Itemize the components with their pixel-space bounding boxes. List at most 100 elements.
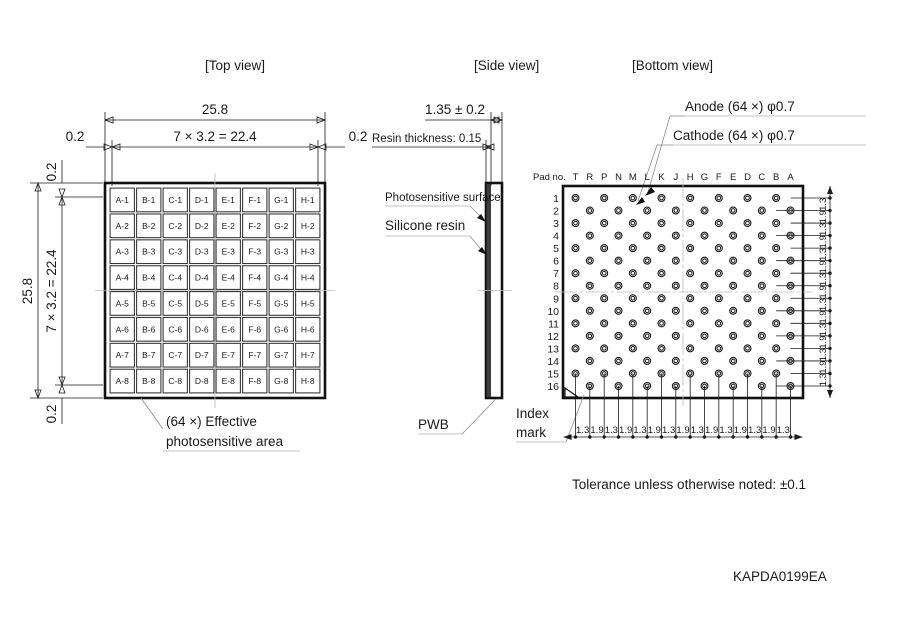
pad-hole <box>659 321 664 326</box>
pad-hole <box>702 333 707 339</box>
pad-hole <box>687 321 693 326</box>
pad-hole <box>730 208 736 213</box>
effective-area-label-line1: (64 ×) Effective <box>166 414 257 429</box>
dim-chain-value: 1.3 <box>662 425 675 436</box>
dim-chain-value: 1.3 <box>818 323 829 336</box>
pad-hole <box>716 346 722 351</box>
top-col-pitch-dim: 7 × 3.2 = 22.4 <box>44 249 59 333</box>
pad-hole <box>730 358 736 364</box>
dim-chain-value: 1.9 <box>762 425 775 436</box>
pad-hole <box>587 358 593 364</box>
photosensitive-cell-label: H-8 <box>301 376 315 386</box>
photosensitive-cell-label: B-2 <box>142 221 156 231</box>
pad-row-number: 10 <box>547 306 559 318</box>
pad-hole <box>630 270 636 276</box>
pad-hole <box>716 270 722 276</box>
pad-hole <box>687 270 693 276</box>
pad-hole <box>745 296 750 301</box>
photosensitive-cell-label: B-8 <box>142 376 156 386</box>
pad-hole <box>630 346 636 351</box>
pad-hole <box>673 208 679 213</box>
effective-area-label-line2: photosensitive area <box>166 434 284 449</box>
pad-hole <box>716 220 722 226</box>
pad-hole <box>759 258 765 263</box>
pad-hole <box>630 220 636 226</box>
pad-hole <box>644 258 650 263</box>
pad-hole <box>616 308 621 314</box>
dim-chain-value: 1.3 <box>818 223 829 236</box>
pad-hole <box>702 308 707 314</box>
dim-arrow <box>827 186 833 194</box>
pad-column-letters: TRPNMLKJHGFEDCBA <box>573 172 795 183</box>
pad-hole <box>601 220 607 226</box>
photosensitive-cell-label: E-3 <box>222 247 236 257</box>
pad-column-letter: L <box>645 172 650 183</box>
pad-hole <box>587 258 593 263</box>
pad-hole <box>630 321 636 326</box>
pad-hole <box>773 270 779 276</box>
pad-column-letter: D <box>744 172 751 183</box>
pad-column-letter: P <box>601 172 607 183</box>
pad-row-number: 13 <box>547 343 559 355</box>
pad-row-number: 7 <box>553 268 559 280</box>
photosensitive-cell-label: B-3 <box>142 247 156 257</box>
photosensitive-cell-label: C-8 <box>168 376 182 386</box>
pad-hole <box>745 220 750 226</box>
photosensitive-cell-label: A-1 <box>116 195 130 205</box>
top-overall-width-dim: 25.8 <box>202 102 228 117</box>
dim-chain-value: 1.3 <box>633 425 646 436</box>
photosensitive-cell-label: A-4 <box>116 273 130 283</box>
photosensitive-cell-label: C-1 <box>168 195 182 205</box>
top-view: 25.8 7 × 3.2 = 22.4 0.2 0.2 25.8 7 × 3.2… <box>20 102 367 452</box>
pad-hole <box>702 283 707 288</box>
dim-chain-value: 1.9 <box>676 425 689 436</box>
photosensitive-cell-label: G-5 <box>274 298 288 308</box>
pad-hole <box>773 245 779 251</box>
pad-hole <box>673 233 679 238</box>
pad-hole <box>601 346 607 351</box>
side-view-title: [Side view] <box>474 58 539 73</box>
dim-chain-value: 1.9 <box>818 260 829 273</box>
photosensitive-cell-label: F-6 <box>248 324 261 334</box>
pad-hole <box>730 308 736 314</box>
pad-hole <box>616 358 621 364</box>
pad-row-number: 2 <box>553 206 559 218</box>
pad-hole <box>759 333 765 339</box>
pad-hole <box>745 245 750 251</box>
dim-chain-value: 1.3 <box>748 425 761 436</box>
tolerance-note: Tolerance unless otherwise noted: ±0.1 <box>572 477 806 492</box>
photosensitive-cell-label: E-2 <box>222 221 236 231</box>
bottom-view: Anode (64 ×) φ0.7 Cathode (64 ×) φ0.7 Pa… <box>516 99 866 492</box>
photosensitive-cell-label: F-2 <box>248 221 261 231</box>
photosensitive-cell-label: A-7 <box>116 350 130 360</box>
pad-hole <box>759 233 765 238</box>
pad-column-letter: T <box>573 172 579 183</box>
pad-row-number: 6 <box>553 256 559 268</box>
pad-hole <box>745 270 750 276</box>
photosensitive-cell-label: A-2 <box>116 221 130 231</box>
pad-hole <box>573 296 578 301</box>
pad-hole <box>601 270 607 276</box>
dim-chain-value: 1.9 <box>818 361 829 374</box>
pad-column-letter: F <box>716 172 722 183</box>
dim-chain-value: 1.3 <box>576 425 589 436</box>
photosensitive-cell-label: H-1 <box>301 195 315 205</box>
pad-hole <box>573 195 578 201</box>
photosensitive-cell-label: B-7 <box>142 350 156 360</box>
pad-hole <box>702 208 707 213</box>
pad-hole <box>773 220 779 226</box>
side-view: 1.35 ± 0.2 Resin thickness: 0.15 Photose… <box>372 102 512 435</box>
photosensitive-cell-label: D-3 <box>195 247 209 257</box>
pad-row-number: 4 <box>553 231 559 243</box>
pad-column-letter: J <box>673 172 678 183</box>
pad-no-label: Pad no. <box>533 172 566 183</box>
dim-chain-value: 1.9 <box>818 235 829 248</box>
pad-row-number: 14 <box>547 356 559 368</box>
dim-chain-value: 1.9 <box>648 425 661 436</box>
photosensitive-cell-label: D-2 <box>195 221 209 231</box>
dim-chain-value: 1.9 <box>818 336 829 349</box>
dim-chain-value: 1.9 <box>619 425 632 436</box>
photosensitive-cell-label: E-4 <box>222 273 236 283</box>
photosensitive-cell-label: G-7 <box>274 350 288 360</box>
bottom-view-title: [Bottom view] <box>632 58 713 73</box>
